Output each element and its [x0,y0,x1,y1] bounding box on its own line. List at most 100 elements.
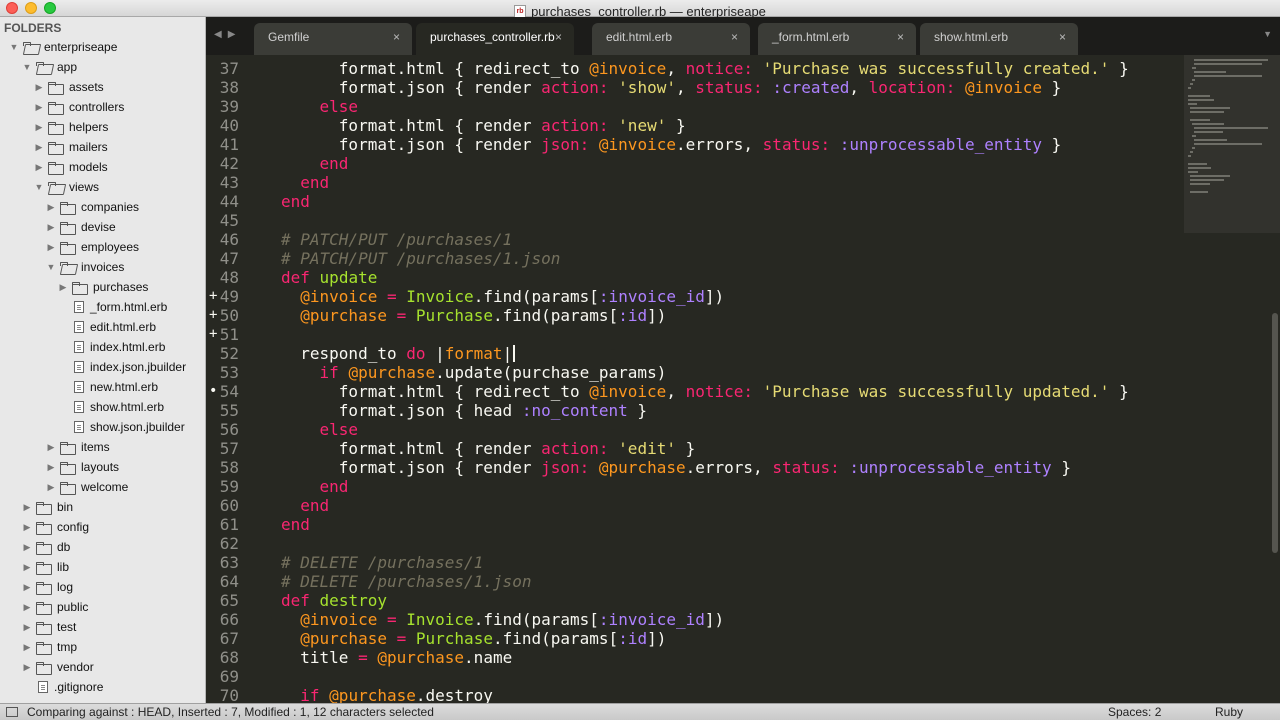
tab-show-html-erb[interactable]: show.html.erb × [920,23,1078,55]
disclosure-closed-icon[interactable]: ▶ [33,82,45,93]
disclosure-closed-icon[interactable]: ▶ [45,482,57,493]
code-text[interactable]: # PATCH/PUT /purchases/1.json [281,249,560,268]
code-text[interactable]: format.json { render json: @purchase.err… [281,458,1071,477]
tab-close-icon[interactable]: × [393,23,400,51]
file-tree-file[interactable]: _form.html.erb [57,297,167,317]
file-tree-folder[interactable]: ▼ enterpriseape [8,37,118,57]
indentation-selector[interactable]: Spaces: 2 [1108,704,1161,720]
disclosure-closed-icon[interactable]: ▶ [33,162,45,173]
code-text[interactable]: format.json { render json: @invoice.erro… [281,135,1062,154]
file-tree-folder[interactable]: ▶ mailers [33,137,108,157]
disclosure-open-icon[interactable]: ▼ [21,62,33,72]
file-tree-file[interactable]: show.json.jbuilder [57,417,185,437]
code-text[interactable]: @invoice = Invoice.find(params[:invoice_… [281,610,724,629]
file-tree-folder[interactable]: ▶ db [21,537,70,557]
tab-gemfile[interactable]: Gemfile × [254,23,412,55]
disclosure-closed-icon[interactable]: ▶ [21,502,33,513]
file-tree-folder[interactable]: ▶ controllers [33,97,124,117]
file-tree-file[interactable]: index.html.erb [57,337,165,357]
code-text[interactable]: else [281,97,359,116]
minimize-window-button[interactable] [25,2,37,14]
file-tree-folder[interactable]: ▼ views [33,177,99,197]
disclosure-closed-icon[interactable]: ▶ [33,142,45,153]
tab-navigation-arrows[interactable]: ◀▶ [214,29,241,40]
tab-close-icon[interactable]: × [897,23,904,51]
file-tree-folder[interactable]: ▼ invoices [45,257,125,277]
code-text[interactable]: format.html { render action: 'new' } [281,116,686,135]
disclosure-closed-icon[interactable]: ▶ [21,562,33,573]
file-tree-folder[interactable]: ▶ companies [45,197,139,217]
disclosure-closed-icon[interactable]: ▶ [45,242,57,253]
code-text[interactable]: respond_to do |format| [281,344,516,363]
editor-scrollbar[interactable] [1272,313,1278,553]
file-tree-folder[interactable]: ▶ test [21,617,76,637]
disclosure-closed-icon[interactable]: ▶ [57,282,69,293]
minimap[interactable] [1184,55,1280,703]
code-text[interactable]: end [281,477,349,496]
disclosure-closed-icon[interactable]: ▶ [21,542,33,553]
tab-close-icon[interactable]: × [1059,23,1066,51]
code-text[interactable]: end [281,515,310,534]
code-text[interactable]: else [281,420,359,439]
tab-edit-html-erb[interactable]: edit.html.erb × [592,23,750,55]
disclosure-closed-icon[interactable]: ▶ [45,222,57,233]
disclosure-closed-icon[interactable]: ▶ [45,202,57,213]
file-tree-folder[interactable]: ▶ bin [21,497,73,517]
disclosure-open-icon[interactable]: ▼ [33,182,45,192]
code-text[interactable]: # DELETE /purchases/1 [281,553,483,572]
close-window-button[interactable] [6,2,18,14]
disclosure-closed-icon[interactable]: ▶ [21,642,33,653]
file-tree-file[interactable]: .gitignore [21,677,103,697]
file-tree-folder[interactable]: ▼ app [21,57,78,77]
file-tree-folder[interactable]: ▶ purchases [57,277,148,297]
disclosure-closed-icon[interactable]: ▶ [45,442,57,453]
disclosure-closed-icon[interactable]: ▶ [21,582,33,593]
tab-overflow-menu-icon[interactable]: ▼ [1263,29,1272,39]
code-text[interactable]: # DELETE /purchases/1.json [281,572,531,591]
file-tree-folder[interactable]: ▶ public [21,597,88,617]
code-text[interactable]: @invoice = Invoice.find(params[:invoice_… [281,287,724,306]
file-tree-file[interactable]: new.html.erb [57,377,158,397]
disclosure-closed-icon[interactable]: ▶ [21,662,33,673]
file-tree-folder[interactable]: ▶ devise [45,217,116,237]
code-text[interactable]: # PATCH/PUT /purchases/1 [281,230,512,249]
file-tree-folder[interactable]: ▶ models [33,157,108,177]
code-text[interactable]: if @purchase.destroy [281,686,493,703]
file-tree-folder[interactable]: ▶ tmp [21,637,77,657]
file-tree-file[interactable]: index.json.jbuilder [57,357,186,377]
code-text[interactable]: end [281,192,310,211]
file-tree-folder[interactable]: ▶ layouts [45,457,119,477]
file-tree-folder[interactable]: ▶ lib [21,557,69,577]
code-text[interactable]: end [281,173,329,192]
file-tree-folder[interactable]: ▶ employees [45,237,139,257]
file-tree-folder[interactable]: ▶ vendor [21,657,94,677]
code-text[interactable]: format.html { redirect_to @invoice, noti… [281,59,1129,78]
syntax-selector[interactable]: Ruby [1215,704,1243,720]
disclosure-closed-icon[interactable]: ▶ [33,102,45,113]
panel-toggle-icon[interactable] [6,707,18,717]
disclosure-closed-icon[interactable]: ▶ [21,602,33,613]
code-text[interactable]: format.json { render action: 'show', sta… [281,78,1062,97]
tab-form-html-erb[interactable]: _form.html.erb × [758,23,916,55]
disclosure-open-icon[interactable]: ▼ [45,262,57,272]
file-tree-folder[interactable]: ▶ items [45,437,110,457]
tab-close-icon[interactable]: × [555,23,562,51]
code-text[interactable]: def destroy [281,591,387,610]
code-text[interactable]: end [281,496,329,515]
code-text[interactable]: format.html { redirect_to @invoice, noti… [281,382,1129,401]
code-text[interactable]: title = @purchase.name [281,648,512,667]
code-text[interactable]: format.html { render action: 'edit' } [281,439,695,458]
file-tree-folder[interactable]: ▶ welcome [45,477,128,497]
disclosure-closed-icon[interactable]: ▶ [45,462,57,473]
code-editor[interactable]: 37 format.html { redirect_to @invoice, n… [206,55,1280,703]
tab-close-icon[interactable]: × [731,23,738,51]
code-text[interactable]: @purchase = Purchase.find(params[:id]) [281,629,666,648]
disclosure-open-icon[interactable]: ▼ [8,42,20,52]
file-tree-file[interactable]: edit.html.erb [57,317,156,337]
file-tree-folder[interactable]: ▶ config [21,517,89,537]
file-tree-folder[interactable]: ▶ helpers [33,117,108,137]
tab-purchases-controller-rb[interactable]: purchases_controller.rb × [416,23,574,55]
code-text[interactable]: if @purchase.update(purchase_params) [281,363,667,382]
file-tree-folder[interactable]: ▶ assets [33,77,104,97]
file-tree-folder[interactable]: ▶ log [21,577,73,597]
